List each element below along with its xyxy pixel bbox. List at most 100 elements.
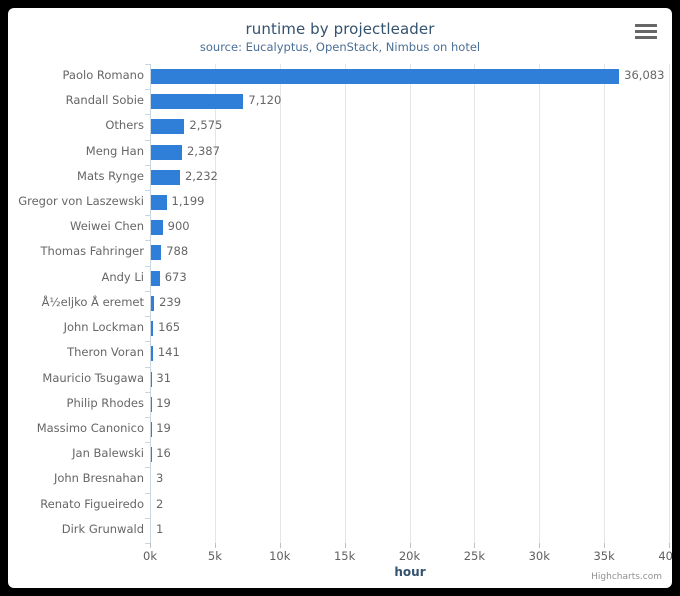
- bar-row: 239: [150, 291, 669, 316]
- x-axis-tick: [214, 543, 216, 548]
- bar-value-label: 900: [167, 219, 190, 234]
- bar-series: 36,083 7,120 2,575 2,387 2,232 1,199 900 788 673…: [150, 64, 669, 543]
- x-axis-tick-label: 10k: [269, 549, 291, 563]
- category-row: Andy Li: [8, 266, 144, 291]
- bar-row: 7,120: [150, 89, 669, 114]
- x-axis-tick: [409, 543, 411, 548]
- bar-value-label: 788: [166, 244, 189, 259]
- bar-row: 19: [150, 417, 669, 442]
- y-axis-category-label[interactable]: Paolo Romano: [10, 68, 144, 82]
- bar[interactable]: [151, 69, 620, 84]
- bar-row: 165: [150, 316, 669, 341]
- y-axis-category-label[interactable]: Randall Sobie: [10, 93, 144, 107]
- category-row: Others: [8, 114, 144, 139]
- x-axis-tick: [604, 543, 606, 548]
- bar[interactable]: [151, 195, 167, 211]
- y-axis-category-label[interactable]: Massimo Canonico: [10, 421, 144, 435]
- chart-title: runtime by projectleader: [245, 20, 435, 38]
- bar-row: 673: [150, 266, 669, 291]
- bar-row: 2,575: [150, 114, 669, 139]
- y-axis-category-label[interactable]: John Bresnahan: [10, 471, 144, 485]
- category-row: Mats Rynge: [8, 165, 144, 190]
- hamburger-bar: [635, 36, 657, 39]
- category-row: Å½eljko Å eremet: [8, 291, 144, 316]
- bar-row: 3: [150, 467, 669, 492]
- category-row: Jan Balewski: [8, 442, 144, 467]
- x-axis-tick: [669, 543, 670, 548]
- y-axis-category-labels: Paolo Romano Randall Sobie Others Meng Han M…: [8, 64, 144, 543]
- y-axis-category-label[interactable]: Mats Rynge: [10, 169, 144, 183]
- bar-value-label: 31: [156, 370, 172, 385]
- category-row: John Lockman: [8, 316, 144, 341]
- y-axis-category-label[interactable]: Dirk Grunwald: [10, 522, 144, 536]
- bar-row: 19: [150, 392, 669, 417]
- y-axis-category-label[interactable]: Weiwei Chen: [10, 219, 144, 233]
- x-axis-tick-label: 30k: [528, 549, 550, 563]
- bar-row: 1: [150, 518, 669, 543]
- bar-value-label: 3: [156, 471, 164, 486]
- bar[interactable]: [151, 321, 154, 337]
- category-row: John Bresnahan: [8, 467, 144, 492]
- bar-value-label: 1: [156, 521, 164, 536]
- y-axis-category-label[interactable]: Renato Figueiredo: [10, 497, 144, 511]
- bar-value-label: 165: [158, 320, 181, 335]
- x-axis-tick-label: 15k: [333, 549, 356, 563]
- y-axis-category-label[interactable]: Å½eljko Å eremet: [10, 295, 144, 309]
- chart-container: runtime by projectleader source: Eucalyp…: [8, 8, 672, 588]
- y-axis-category-label[interactable]: John Lockman: [10, 320, 144, 334]
- category-row: Randall Sobie: [8, 89, 144, 114]
- bar[interactable]: [151, 245, 162, 261]
- gridline: [669, 64, 670, 543]
- y-axis-category-label[interactable]: Mauricio Tsugawa: [10, 371, 144, 385]
- bar[interactable]: [151, 220, 163, 236]
- category-row: Massimo Canonico: [8, 417, 144, 442]
- bar-value-label: 2,232: [184, 168, 218, 183]
- x-axis-tick: [344, 543, 346, 548]
- bar-value-label: 2,387: [186, 143, 220, 158]
- bar-row: 141: [150, 341, 669, 366]
- hamburger-bar: [635, 24, 657, 27]
- bar[interactable]: [151, 144, 182, 160]
- category-row: Renato Figueiredo: [8, 493, 144, 518]
- x-axis-tick-label: 0k: [143, 549, 157, 563]
- y-axis-category-label[interactable]: Andy Li: [10, 270, 144, 284]
- bar-row: 2,232: [150, 165, 669, 190]
- category-row: Philip Rhodes: [8, 392, 144, 417]
- x-axis-tick-label: 5k: [207, 549, 222, 563]
- bar-value-label: 19: [156, 395, 171, 410]
- bar-row: 2: [150, 493, 669, 518]
- y-axis-category-label[interactable]: Gregor von Laszewski: [10, 194, 144, 208]
- x-axis-tick-label: 20k: [398, 549, 421, 563]
- category-row: Theron Voran: [8, 341, 144, 366]
- bar-row: 900: [150, 215, 669, 240]
- bar-value-label: 16: [156, 446, 171, 461]
- bar-row: 1,199: [150, 190, 669, 215]
- y-axis-category-label[interactable]: Meng Han: [10, 144, 144, 158]
- x-axis-tick: [150, 543, 151, 548]
- bar[interactable]: [151, 94, 244, 110]
- y-axis-category-label[interactable]: Others: [10, 118, 144, 132]
- x-axis-tick-label: 25k: [463, 549, 486, 563]
- x-axis-tick: [279, 543, 281, 548]
- category-row: Gregor von Laszewski: [8, 190, 144, 215]
- bar-value-label: 2,575: [189, 118, 223, 133]
- hamburger-bar: [635, 30, 657, 33]
- category-row: Weiwei Chen: [8, 215, 144, 240]
- bar[interactable]: [151, 295, 155, 311]
- bar[interactable]: [151, 346, 153, 362]
- y-axis-category-label[interactable]: Philip Rhodes: [10, 396, 144, 410]
- bar-row: 16: [150, 442, 669, 467]
- bar-row: 36,083: [150, 64, 669, 89]
- bar-value-label: 36,083: [624, 68, 665, 82]
- bar-row: 2,387: [150, 140, 669, 165]
- bar[interactable]: [151, 169, 180, 185]
- y-axis-category-label[interactable]: Thomas Fahringer: [10, 244, 144, 258]
- bar-value-label: 1,199: [171, 194, 205, 209]
- y-axis-category-label[interactable]: Jan Balewski: [10, 446, 144, 460]
- hamburger-menu-icon[interactable]: [633, 20, 659, 42]
- y-axis-category-label[interactable]: Theron Voran: [10, 345, 144, 359]
- bar[interactable]: [151, 119, 185, 135]
- category-row: Thomas Fahringer: [8, 240, 144, 265]
- bar[interactable]: [151, 270, 160, 286]
- bar-row: 788: [150, 240, 669, 265]
